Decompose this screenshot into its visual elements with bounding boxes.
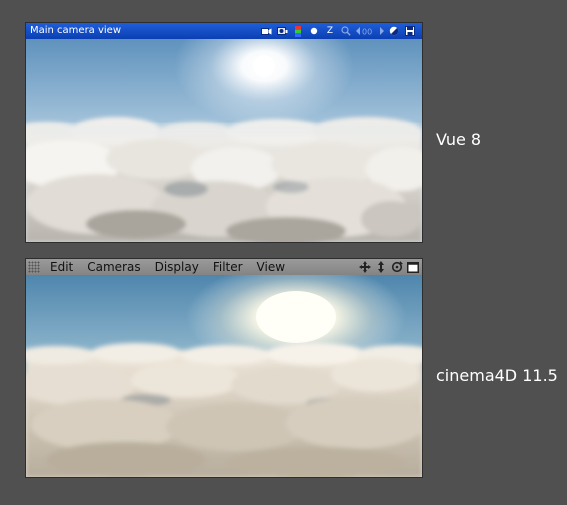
maximize-icon[interactable]: [406, 260, 420, 274]
render-icon[interactable]: [276, 25, 288, 37]
vue-toolbar: Z 00: [260, 25, 416, 37]
dot-icon[interactable]: [308, 25, 320, 37]
camera-icon[interactable]: [260, 25, 272, 37]
zoom-icon[interactable]: [340, 25, 352, 37]
move-icon[interactable]: [358, 260, 372, 274]
menu-edit[interactable]: Edit: [50, 259, 73, 275]
menu-display[interactable]: Display: [155, 259, 199, 275]
grip-icon[interactable]: [28, 261, 40, 273]
c4d-menu-bar: Edit Cameras Display Filter View: [26, 259, 422, 275]
c4d-render-image: [16, 262, 436, 479]
c4d-label: cinema4D 11.5: [436, 366, 558, 385]
frame-counter-icon[interactable]: 00: [356, 25, 384, 37]
z-icon[interactable]: Z: [324, 25, 336, 37]
menu-cameras[interactable]: Cameras: [87, 259, 140, 275]
contrast-icon[interactable]: [388, 25, 400, 37]
save-icon[interactable]: [404, 25, 416, 37]
c4d-menu: Edit Cameras Display Filter View: [50, 259, 299, 275]
dolly-icon[interactable]: [374, 260, 388, 274]
vue-title-bar[interactable]: Main camera view Z 00: [26, 23, 422, 39]
menu-filter[interactable]: Filter: [213, 259, 243, 275]
svg-text:00: 00: [362, 28, 372, 37]
c4d-viewport: Edit Cameras Display Filter View: [16, 259, 436, 479]
c4d-nav-icons: [358, 260, 420, 274]
vue-viewport: Main camera view Z 00: [6, 6, 436, 245]
rotate-icon[interactable]: [390, 260, 404, 274]
vue-viewport-title: Main camera view: [30, 25, 122, 36]
rgb-icon[interactable]: [292, 25, 304, 37]
vue-label: Vue 8: [436, 130, 482, 149]
menu-view[interactable]: View: [257, 259, 285, 275]
vue-render-image: [6, 6, 436, 245]
